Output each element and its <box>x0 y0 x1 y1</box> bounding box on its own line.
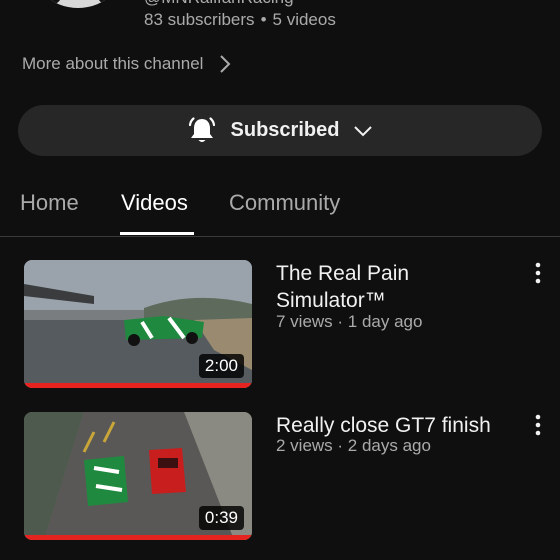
avatar-car-image <box>28 0 128 8</box>
tab-home[interactable]: Home <box>20 190 79 216</box>
subscribed-label: Subscribed <box>230 119 340 141</box>
channel-stats: 83 subscribers • 5 videos <box>144 10 336 30</box>
video-thumbnail[interactable]: 2:00 <box>24 260 252 388</box>
more-options-icon[interactable] <box>532 414 544 436</box>
channel-avatar[interactable] <box>28 0 128 8</box>
video-item: 0:39 Really close GT7 finish 2 views · 2… <box>0 412 560 542</box>
video-thumbnail[interactable]: 0:39 <box>24 412 252 540</box>
channel-tabs: Home Videos Community <box>0 182 560 237</box>
video-meta: 2 views · 2 days ago <box>276 436 431 455</box>
chevron-down-icon <box>354 125 373 136</box>
video-item: 2:00 The Real Pain Simulator™ 7 views · … <box>0 260 560 390</box>
channel-handle: @MNRailfanRacing <box>144 0 294 8</box>
more-about-channel-link[interactable]: More about this channel <box>22 54 233 74</box>
subscribed-button[interactable]: Subscribed <box>18 105 542 156</box>
watch-progress-bar <box>24 383 252 388</box>
more-options-icon[interactable] <box>532 262 544 284</box>
active-tab-indicator <box>120 232 194 235</box>
video-duration: 2:00 <box>198 354 244 378</box>
video-duration: 0:39 <box>198 506 244 530</box>
tab-videos[interactable]: Videos <box>121 190 188 216</box>
watch-progress-bar <box>24 535 252 540</box>
video-meta: 7 views · 1 day ago <box>276 312 423 331</box>
video-title[interactable]: Really close GT7 finish <box>276 412 491 439</box>
more-about-label: More about this channel <box>22 54 204 73</box>
video-count: 5 videos <box>272 10 336 29</box>
chevron-right-icon <box>220 55 231 73</box>
subscriber-count: 83 subscribers <box>144 10 255 29</box>
video-title-line: Really close GT7 finish <box>276 414 491 437</box>
video-title-line: The Real Pain <box>276 262 410 285</box>
bell-icon <box>188 116 215 142</box>
video-title[interactable]: The Real Pain Simulator™ <box>276 260 409 314</box>
tab-community[interactable]: Community <box>229 190 340 216</box>
stats-separator: • <box>260 10 267 29</box>
video-title-line: Simulator™ <box>276 289 386 312</box>
